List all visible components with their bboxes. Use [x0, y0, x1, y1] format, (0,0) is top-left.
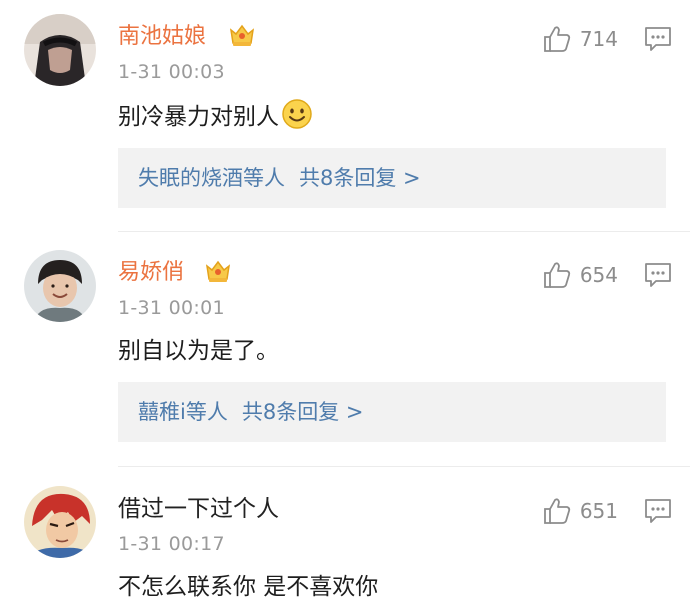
- comment-icon[interactable]: [644, 26, 672, 52]
- like-count: 651: [579, 499, 618, 523]
- username[interactable]: 易娇俏: [118, 258, 184, 288]
- reply-users: 失眠的烧酒等人: [138, 166, 285, 190]
- username[interactable]: 南池姑娘: [118, 22, 206, 52]
- comment-item: 易娇俏 654 1-31 00:01 别自以为是了。 囍稚i等人 共8条回复 >: [0, 236, 690, 468]
- thumbs-up-icon: [542, 496, 572, 526]
- like-button[interactable]: 654: [542, 260, 618, 290]
- reply-summary[interactable]: 囍稚i等人 共8条回复 >: [118, 382, 666, 442]
- comment-text: 不怎么联系你 是不喜欢你: [118, 574, 379, 600]
- like-count: 714: [579, 27, 618, 51]
- divider: [118, 231, 690, 232]
- avatar[interactable]: [24, 14, 96, 86]
- comment-icon[interactable]: [644, 262, 672, 288]
- comment-icon[interactable]: [644, 498, 672, 524]
- reply-count-link[interactable]: 共8条回复 >: [299, 166, 421, 190]
- comment-text: 别自以为是了。: [118, 338, 279, 364]
- comment-time: 1-31 00:03: [118, 61, 225, 83]
- comment-list: 南池姑娘 714 1-31 00:03 别冷暴力对别人 失眠的烧酒等人 共8条回…: [0, 0, 690, 613]
- thumbs-up-icon: [542, 24, 572, 54]
- divider: [118, 466, 690, 467]
- comment-text: 别冷暴力对别人: [118, 98, 313, 134]
- crown-badge-icon: [228, 22, 256, 48]
- thumbs-up-icon: [542, 260, 572, 290]
- comment-item: 南池姑娘 714 1-31 00:03 别冷暴力对别人 失眠的烧酒等人 共8条回…: [0, 0, 690, 232]
- avatar[interactable]: [24, 486, 96, 558]
- comment-item: 借过一下过个人 651 1-31 00:17 不怎么联系你 是不喜欢你: [0, 472, 690, 613]
- reply-users: 囍稚i等人: [138, 400, 228, 424]
- like-button[interactable]: 651: [542, 496, 618, 526]
- like-button[interactable]: 714: [542, 24, 618, 54]
- reply-count-link[interactable]: 共8条回复 >: [242, 400, 364, 424]
- crown-badge-icon: [204, 258, 232, 284]
- comment-text-content: 别冷暴力对别人: [118, 104, 279, 130]
- like-count: 654: [579, 263, 618, 287]
- comment-time: 1-31 00:17: [118, 533, 225, 555]
- avatar[interactable]: [24, 250, 96, 322]
- smile-emoji: [281, 98, 313, 130]
- reply-summary[interactable]: 失眠的烧酒等人 共8条回复 >: [118, 148, 666, 208]
- comment-time: 1-31 00:01: [118, 297, 225, 319]
- username[interactable]: 借过一下过个人: [118, 494, 279, 524]
